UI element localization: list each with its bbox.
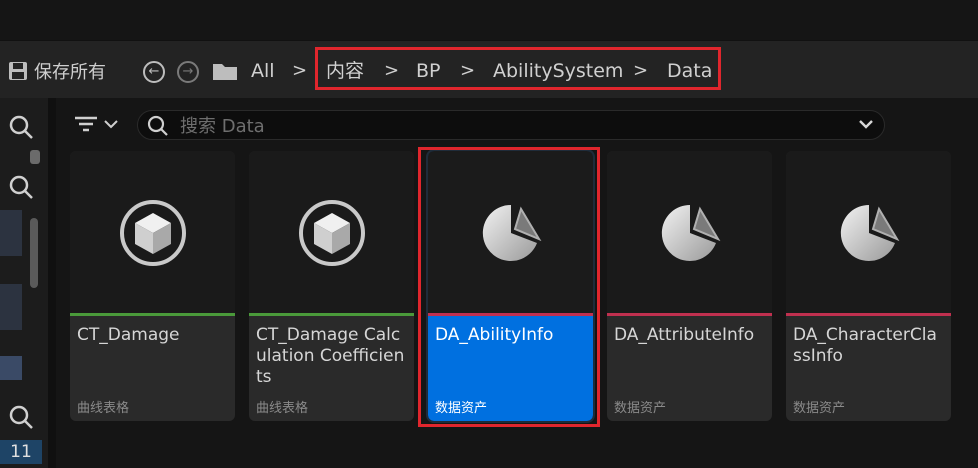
asset-tile[interactable]: DA_AttributeInfo 数据资产 (607, 151, 772, 421)
chevron-down-icon[interactable] (858, 117, 874, 131)
save-all-button[interactable]: 保存所有 (8, 59, 106, 83)
forward-icon[interactable]: → (177, 61, 199, 83)
count-badge: 11 (0, 440, 42, 464)
asset-tile[interactable]: CT_Damage Calculation Coefficients 曲线表格 (249, 151, 414, 421)
asset-type-bar (786, 313, 951, 316)
asset-type: 数据资产 (793, 401, 846, 416)
asset-type: 曲线表格 (77, 401, 130, 416)
back-icon[interactable]: ← (143, 61, 165, 83)
curve-table-icon (120, 200, 186, 266)
asset-name: DA_AttributeInfo (614, 325, 755, 345)
asset-thumbnail (249, 151, 414, 313)
title-strip (0, 0, 978, 38)
asset-type-bar (70, 313, 235, 316)
selected-asset-highlight (418, 147, 600, 427)
search-icon[interactable] (8, 114, 34, 140)
data-asset-icon (840, 204, 900, 261)
filter-button[interactable] (74, 116, 118, 132)
breadcrumb-all[interactable]: All (251, 59, 275, 83)
tree-item[interactable] (0, 356, 22, 380)
asset-name: DA_CharacterClassInfo (793, 325, 937, 366)
breadcrumb-separator[interactable]: > (292, 59, 307, 83)
curve-table-icon (299, 200, 365, 266)
search-bar[interactable] (137, 110, 885, 140)
save-all-label: 保存所有 (34, 62, 106, 83)
asset-name: CT_Damage Calculation Coefficients (256, 325, 405, 387)
asset-type-bar (607, 313, 772, 316)
asset-tile[interactable]: CT_Damage 曲线表格 (70, 151, 235, 421)
breadcrumb-highlight (315, 47, 721, 90)
folder-icon[interactable] (212, 61, 238, 81)
filter-icon (75, 116, 97, 132)
asset-thumbnail (607, 151, 772, 313)
search-icon (147, 115, 168, 136)
asset-name: CT_Damage (77, 325, 180, 345)
asset-thumbnail (786, 151, 951, 313)
asset-type: 数据资产 (614, 401, 667, 416)
tree-item[interactable] (0, 284, 22, 330)
panel-splitter[interactable] (48, 98, 56, 468)
asset-thumbnail (70, 151, 235, 313)
asset-tile[interactable]: DA_CharacterClassInfo 数据资产 (786, 151, 951, 421)
search-icon[interactable] (8, 404, 34, 430)
search-input[interactable] (178, 114, 832, 138)
data-asset-icon (661, 204, 721, 261)
scroll-thumb[interactable] (30, 150, 40, 164)
save-icon (9, 62, 27, 80)
asset-type-bar (249, 313, 414, 316)
asset-type: 曲线表格 (256, 401, 309, 416)
folder-tree-panel: 11 (0, 98, 48, 468)
scrollbar[interactable] (30, 218, 38, 288)
tree-item[interactable] (0, 210, 22, 256)
chevron-down-icon (104, 120, 118, 129)
search-icon[interactable] (8, 174, 34, 200)
